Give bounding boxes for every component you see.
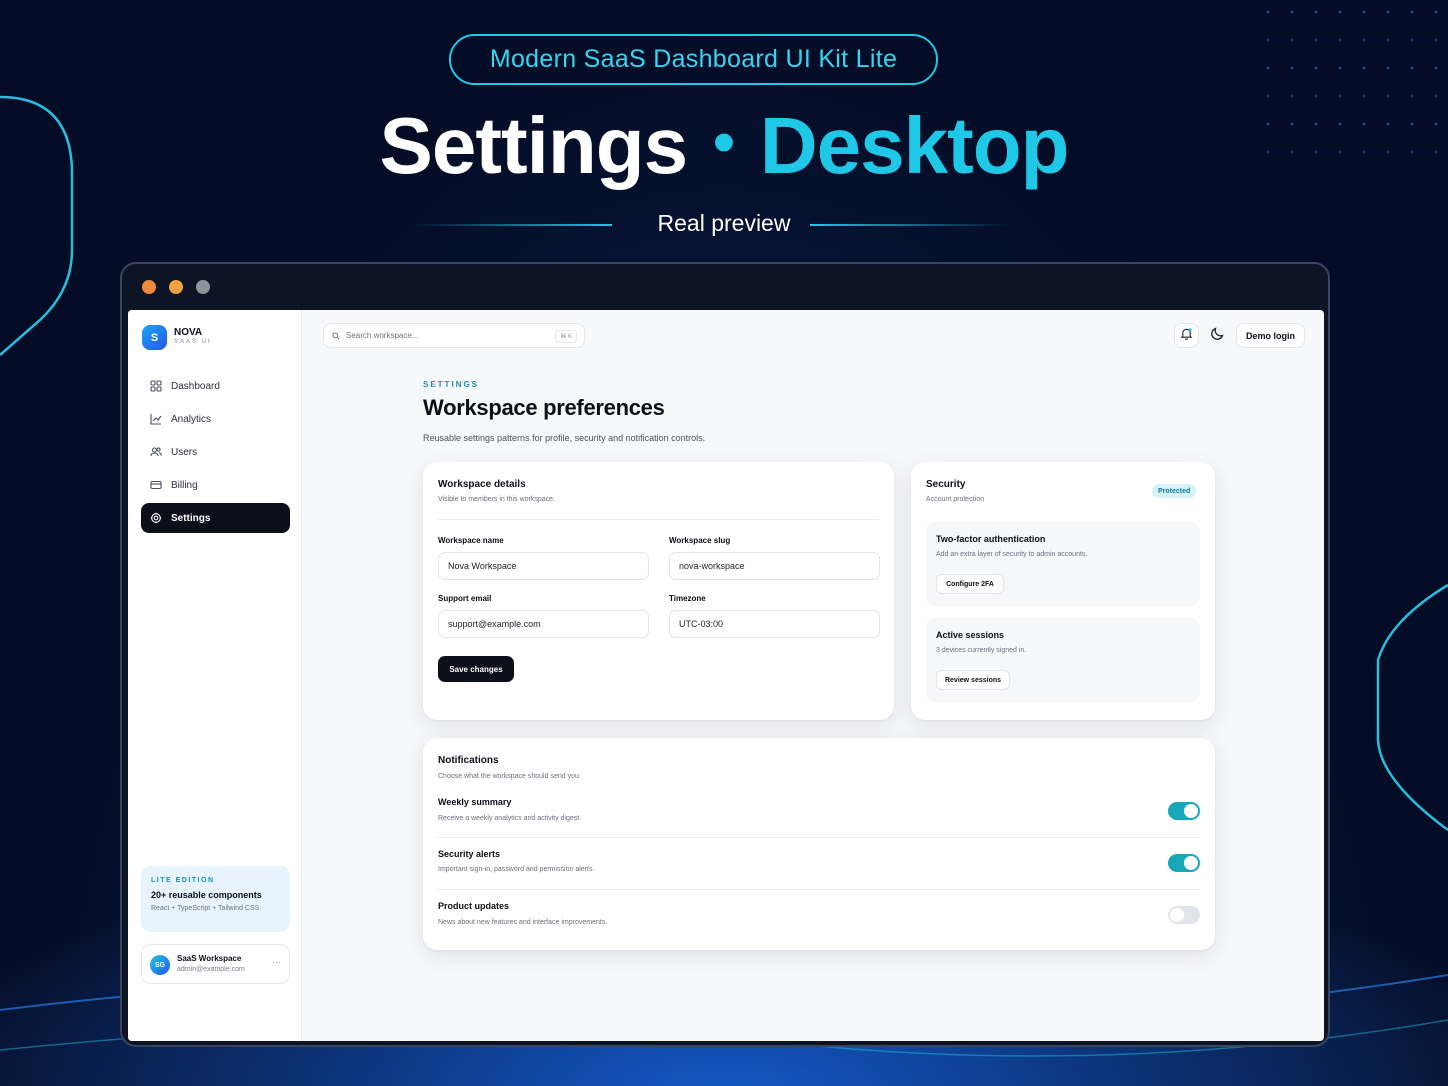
account-email: admin@example.com <box>177 966 245 973</box>
sessions-title: Active sessions <box>936 630 1005 640</box>
status-badge: Protected <box>1152 484 1197 498</box>
workspace-slug-label: Workspace slug <box>669 536 731 545</box>
gear-icon <box>150 512 162 524</box>
active-sessions-panel: Active sessions 3 devices currently sign… <box>926 618 1200 702</box>
support-email-input[interactable] <box>439 611 648 637</box>
toggle-knob <box>1170 908 1184 922</box>
browser-frame: S NOVA SAAS UI Dashboard Analytics Users <box>120 262 1330 1047</box>
weekly-summary-title: Weekly summary <box>438 797 512 807</box>
sidebar-item-label: Analytics <box>171 413 212 425</box>
sidebar-item-billing[interactable]: Billing <box>141 470 290 500</box>
edition-kicker: LITE EDITION <box>151 877 215 884</box>
edition-sub: React + TypeScript + Tailwind CSS. <box>151 905 262 912</box>
workspace-slug-field[interactable] <box>669 552 880 580</box>
topbar: ⌘ K Demo login <box>303 310 1324 362</box>
sidebar-item-dashboard[interactable]: Dashboard <box>141 371 290 401</box>
timezone-label: Timezone <box>669 594 706 603</box>
weekly-summary-toggle[interactable] <box>1168 802 1200 820</box>
security-card: Security Account protection Protected Tw… <box>911 462 1215 720</box>
toggle-knob <box>1184 856 1198 870</box>
support-email-field[interactable] <box>438 610 649 638</box>
avatar: SG <box>150 955 170 975</box>
sidebar-item-label: Billing <box>171 479 198 491</box>
search-shortcut: ⌘ K <box>555 330 577 343</box>
page-title: Workspace preferences <box>423 395 665 420</box>
two-factor-desc: Add an extra layer of security to admin … <box>936 551 1088 558</box>
workspace-name-field[interactable] <box>438 552 649 580</box>
sidebar: S NOVA SAAS UI Dashboard Analytics Users <box>128 310 302 1041</box>
bell-icon <box>1180 327 1193 345</box>
brand-sub: SAAS UI <box>174 339 212 345</box>
sidebar-item-users[interactable]: Users <box>141 437 290 467</box>
hero-divider-right <box>810 224 1010 226</box>
more-icon[interactable]: ··· <box>272 957 281 967</box>
divider <box>438 889 1200 890</box>
product-updates-toggle[interactable] <box>1168 906 1200 924</box>
edition-title: 20+ reusable components <box>151 890 262 900</box>
workspace-details-card: Workspace details Visible to members in … <box>423 462 894 720</box>
card-title: Security <box>926 479 966 490</box>
logo-mark: S <box>142 325 167 350</box>
card-subtitle: Choose what the workspace should send yo… <box>438 773 581 780</box>
brand-name: NOVA <box>174 327 203 338</box>
credit-card-icon <box>150 479 162 491</box>
card-title: Notifications <box>438 755 499 766</box>
two-factor-title: Two-factor authentication <box>936 534 1046 544</box>
notifications-button[interactable] <box>1174 323 1199 348</box>
hero-pill: Modern SaaS Dashboard UI Kit Lite <box>449 34 938 85</box>
search-icon <box>332 327 340 345</box>
account-switcher[interactable]: SG SaaS Workspace admin@example.com ··· <box>141 944 290 984</box>
account-name: SaaS Workspace <box>177 954 242 963</box>
toggle-knob <box>1184 804 1198 818</box>
window-maximize-dot[interactable] <box>196 280 210 294</box>
review-sessions-button[interactable]: Review sessions <box>936 670 1010 690</box>
product-updates-title: Product updates <box>438 901 510 911</box>
sidebar-item-analytics[interactable]: Analytics <box>141 404 290 434</box>
search-box[interactable]: ⌘ K <box>323 323 585 348</box>
hero-subtitle: Real preview <box>657 210 791 236</box>
timezone-field[interactable] <box>669 610 880 638</box>
timezone-input[interactable] <box>670 611 879 637</box>
notifications-card: Notifications Choose what the workspace … <box>423 738 1215 950</box>
card-title: Workspace details <box>438 479 526 490</box>
two-factor-panel: Two-factor authentication Add an extra l… <box>926 522 1200 606</box>
window-close-dot[interactable] <box>142 280 156 294</box>
window-minimize-dot[interactable] <box>169 280 183 294</box>
sidebar-item-settings[interactable]: Settings <box>141 503 290 533</box>
hero-title-left: Settings <box>379 101 689 190</box>
edition-card: LITE EDITION 20+ reusable components Rea… <box>141 866 290 932</box>
sessions-desc: 3 devices currently signed in. <box>936 647 1027 654</box>
weekly-summary-desc: Receive a weekly analytics and activity … <box>438 815 582 822</box>
configure-2fa-button[interactable]: Configure 2FA <box>936 574 1004 594</box>
card-subtitle: Visible to members in this workspace. <box>438 496 555 503</box>
workspace-name-label: Workspace name <box>438 536 504 545</box>
divider <box>438 837 1200 838</box>
search-input[interactable] <box>346 331 546 340</box>
page-eyebrow: SETTINGS <box>423 380 480 389</box>
security-alerts-toggle[interactable] <box>1168 854 1200 872</box>
support-email-label: Support email <box>438 594 492 603</box>
save-button[interactable]: Save changes <box>438 656 514 682</box>
chart-line-icon <box>150 413 162 425</box>
demo-login-button[interactable]: Demo login <box>1236 323 1305 348</box>
hero-title: Settings • Desktop <box>0 100 1448 192</box>
sidebar-item-label: Users <box>171 446 198 458</box>
workspace-name-input[interactable] <box>439 553 648 579</box>
hero-title-right: Desktop <box>759 101 1070 190</box>
divider <box>438 519 879 520</box>
hero-title-separator: • <box>713 108 735 177</box>
card-subtitle: Account protection <box>926 496 984 503</box>
users-icon <box>150 446 162 458</box>
product-updates-desc: News about new features and interface im… <box>438 919 608 926</box>
app-screen: S NOVA SAAS UI Dashboard Analytics Users <box>128 310 1324 1041</box>
security-alerts-desc: Important sign-in, password and permissi… <box>438 866 595 873</box>
grid-icon <box>150 380 162 392</box>
page-description: Reusable settings patterns for profile, … <box>423 433 706 443</box>
sidebar-item-label: Dashboard <box>171 380 220 392</box>
moon-icon <box>1210 325 1226 346</box>
security-alerts-title: Security alerts <box>438 849 501 859</box>
workspace-slug-input[interactable] <box>670 553 879 579</box>
sidebar-item-label: Settings <box>171 512 211 524</box>
theme-toggle-button[interactable] <box>1205 323 1230 348</box>
